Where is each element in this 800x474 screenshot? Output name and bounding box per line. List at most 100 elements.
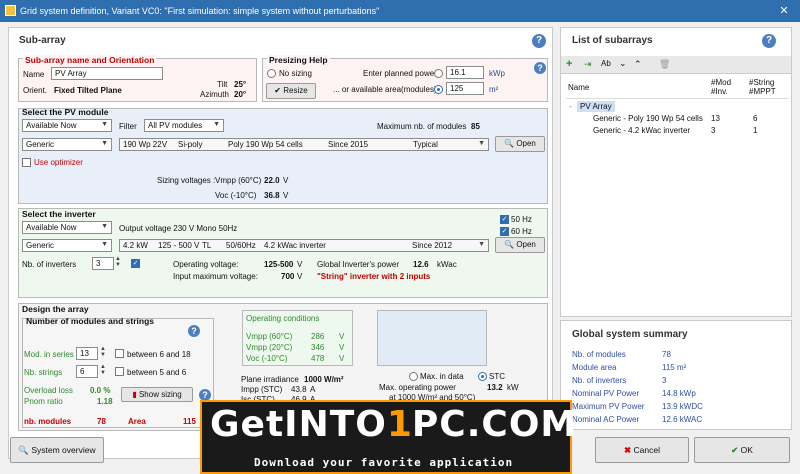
name-orientation-group: Sub-array name and Orientation Name PV A…	[18, 55, 257, 102]
available-area-radio[interactable]	[434, 85, 443, 94]
orient-value: Fixed Tilted Plane	[54, 86, 122, 95]
hz50-label: 50 Hz	[511, 215, 532, 224]
voc-10-value: 478	[311, 354, 325, 363]
hz50-checkbox[interactable]: ✓	[500, 215, 509, 224]
search-icon: 🔍	[504, 240, 515, 249]
summary-value: 12.6 kWAC	[662, 415, 703, 424]
global-inverter-power-unit: kWac	[437, 260, 457, 269]
stc-label: STC	[489, 372, 505, 381]
presizing-help-icon[interactable]: ?	[534, 62, 546, 74]
cancel-button[interactable]: ✖ Cancel	[595, 437, 689, 463]
name-input[interactable]: PV Array	[51, 67, 163, 80]
tree-root-pv-array[interactable]: PV Array	[577, 101, 615, 112]
inverter-manufacturer-select[interactable]: Generic ▼	[22, 239, 112, 252]
pv-module-group: Select the PV module Available Now ▼ Filt…	[18, 107, 548, 204]
between2-label: between 5 and 6	[127, 368, 187, 377]
nb-inverters-label: Nb. of inverters	[22, 260, 77, 269]
inverter-open-button[interactable]: 🔍 Open	[495, 237, 545, 253]
list-toolbar: + ⇥ Ab ⌄ ⌃ 🗑	[561, 56, 791, 74]
between2-checkbox[interactable]	[115, 367, 124, 376]
available-area-input[interactable]: 125	[446, 82, 484, 95]
design-help-icon[interactable]: ?	[188, 325, 200, 337]
resize-button[interactable]: ✔ Resize	[266, 83, 316, 99]
pv-filter-select[interactable]: All PV modules ▼	[144, 119, 224, 132]
vmpp60-value: 286	[311, 332, 325, 341]
help-icon[interactable]: ?	[532, 34, 546, 48]
show-sizing-button[interactable]: ▮ Show sizing	[121, 387, 193, 402]
plane-irradiance-value: 1000 W/m²	[304, 375, 344, 384]
mod-series-input[interactable]: 13	[76, 347, 98, 360]
list-header: List of subarrays	[572, 35, 653, 46]
tilt-label: Tilt	[217, 80, 228, 89]
list-item[interactable]: Generic - 4.2 kWac inverter	[593, 126, 690, 135]
strings-input[interactable]: 6	[76, 365, 98, 378]
hz60-checkbox[interactable]: ✓	[500, 227, 509, 236]
system-overview-button[interactable]: 🔍 System overview	[10, 437, 104, 463]
inverter-availability-select[interactable]: Available Now ▼	[22, 221, 112, 234]
vmpp-label: Vmpp (60°C)	[215, 176, 262, 185]
watermark-banner: GetINTO1PC.COM Download your favorite ap…	[200, 400, 576, 474]
summary-panel: Global system summary Nb. of modules 78 …	[560, 320, 792, 430]
pnom-ratio-value: 1.18	[97, 397, 113, 406]
nb-inverters-stepper[interactable]: ▲ ▼	[115, 256, 121, 268]
list-item-string: 6	[753, 114, 758, 123]
chevron-down-icon: ▼	[101, 140, 108, 147]
inverter-model-select[interactable]: 4.2 kW 125 - 500 V TL 50/60Hz 4.2 kWac i…	[119, 239, 489, 252]
strings-stepper[interactable]: ▲ ▼	[100, 364, 106, 376]
area-unit: m²	[489, 85, 499, 94]
rename-icon[interactable]: Ab	[601, 59, 611, 68]
optimizer-checkbox[interactable]	[22, 158, 31, 167]
design-legend: Design the array	[22, 304, 89, 314]
max-voltage-label: Input maximum voltage:	[173, 272, 258, 281]
inverter-legend: Select the inverter	[22, 209, 96, 219]
pv-model-select[interactable]: 190 Wp 22V Si-poly Poly 190 Wp 54 cells …	[119, 138, 489, 151]
stc-radio[interactable]	[478, 372, 487, 381]
no-sizing-radio[interactable]	[267, 69, 276, 78]
list-item-mod: 3	[711, 126, 716, 135]
summary-label: Maximum PV Power	[572, 402, 645, 411]
operating-voltage-unit: V	[297, 260, 303, 269]
v-unit-1: V	[339, 332, 345, 341]
chevron-up-icon[interactable]: ⌃	[634, 59, 642, 70]
resize-label: Resize	[283, 86, 308, 95]
delete-icon[interactable]: 🗑	[659, 59, 670, 70]
list-item[interactable]: Generic - Poly 190 Wp 54 cells	[593, 114, 703, 123]
pv-manufacturer-select[interactable]: Generic ▼	[22, 138, 112, 151]
v-unit-3: V	[339, 354, 345, 363]
vmpp60-label: Vmpp (60°C)	[246, 332, 293, 341]
global-inverter-power-label: Global Inverter's power	[317, 260, 400, 269]
max-in-data-radio[interactable]	[409, 372, 418, 381]
voc-label: Voc (-10°C)	[215, 191, 257, 200]
chevron-down-icon: ▼	[101, 241, 108, 248]
copy-icon[interactable]: ⇥	[584, 59, 592, 70]
pv-module-legend: Select the PV module	[22, 107, 109, 117]
mod-series-stepper[interactable]: ▲ ▼	[100, 346, 106, 358]
planned-power-radio[interactable]	[434, 69, 443, 78]
subarray-list-panel: List of subarrays ? + ⇥ Ab ⌄ ⌃ 🗑 Name #M…	[560, 27, 792, 317]
v-unit-2: V	[339, 343, 345, 352]
ok-button[interactable]: ✔ OK	[694, 437, 790, 463]
chevron-down-icon[interactable]: ⌄	[619, 58, 627, 69]
close-icon[interactable]: ✕	[772, 3, 796, 19]
planned-power-input[interactable]: 16.1	[446, 66, 484, 79]
between1-checkbox[interactable]	[115, 349, 124, 358]
plane-irradiance-label: Plane irradiance	[241, 375, 299, 384]
nb-inverters-input[interactable]: 3	[92, 257, 114, 270]
tree-collapse-icon[interactable]: -	[569, 102, 572, 111]
max-modules-label: Maximum nb. of modules	[377, 122, 467, 131]
global-inverter-power-value: 12.6	[413, 260, 429, 269]
pv-availability-select[interactable]: Available Now ▼	[22, 119, 112, 132]
vmpp20-value: 346	[311, 343, 325, 352]
list-help-icon[interactable]: ?	[762, 34, 776, 48]
summary-value: 3	[662, 376, 667, 385]
name-label: Name	[23, 70, 45, 79]
add-icon[interactable]: +	[566, 58, 572, 70]
overload-label: Overload loss	[24, 386, 73, 395]
window-title: Grid system definition, Variant VC0: "Fi…	[20, 6, 380, 16]
planned-power-label: Enter planned power	[363, 69, 437, 78]
nb-inverters-checkbox[interactable]: ✓	[131, 259, 140, 268]
power-unit: kWp	[489, 69, 505, 78]
pv-open-button[interactable]: 🔍 Open	[495, 136, 545, 152]
max-operating-power-unit: kW	[507, 383, 519, 392]
max-operating-power-label: Max. operating power	[379, 383, 456, 392]
